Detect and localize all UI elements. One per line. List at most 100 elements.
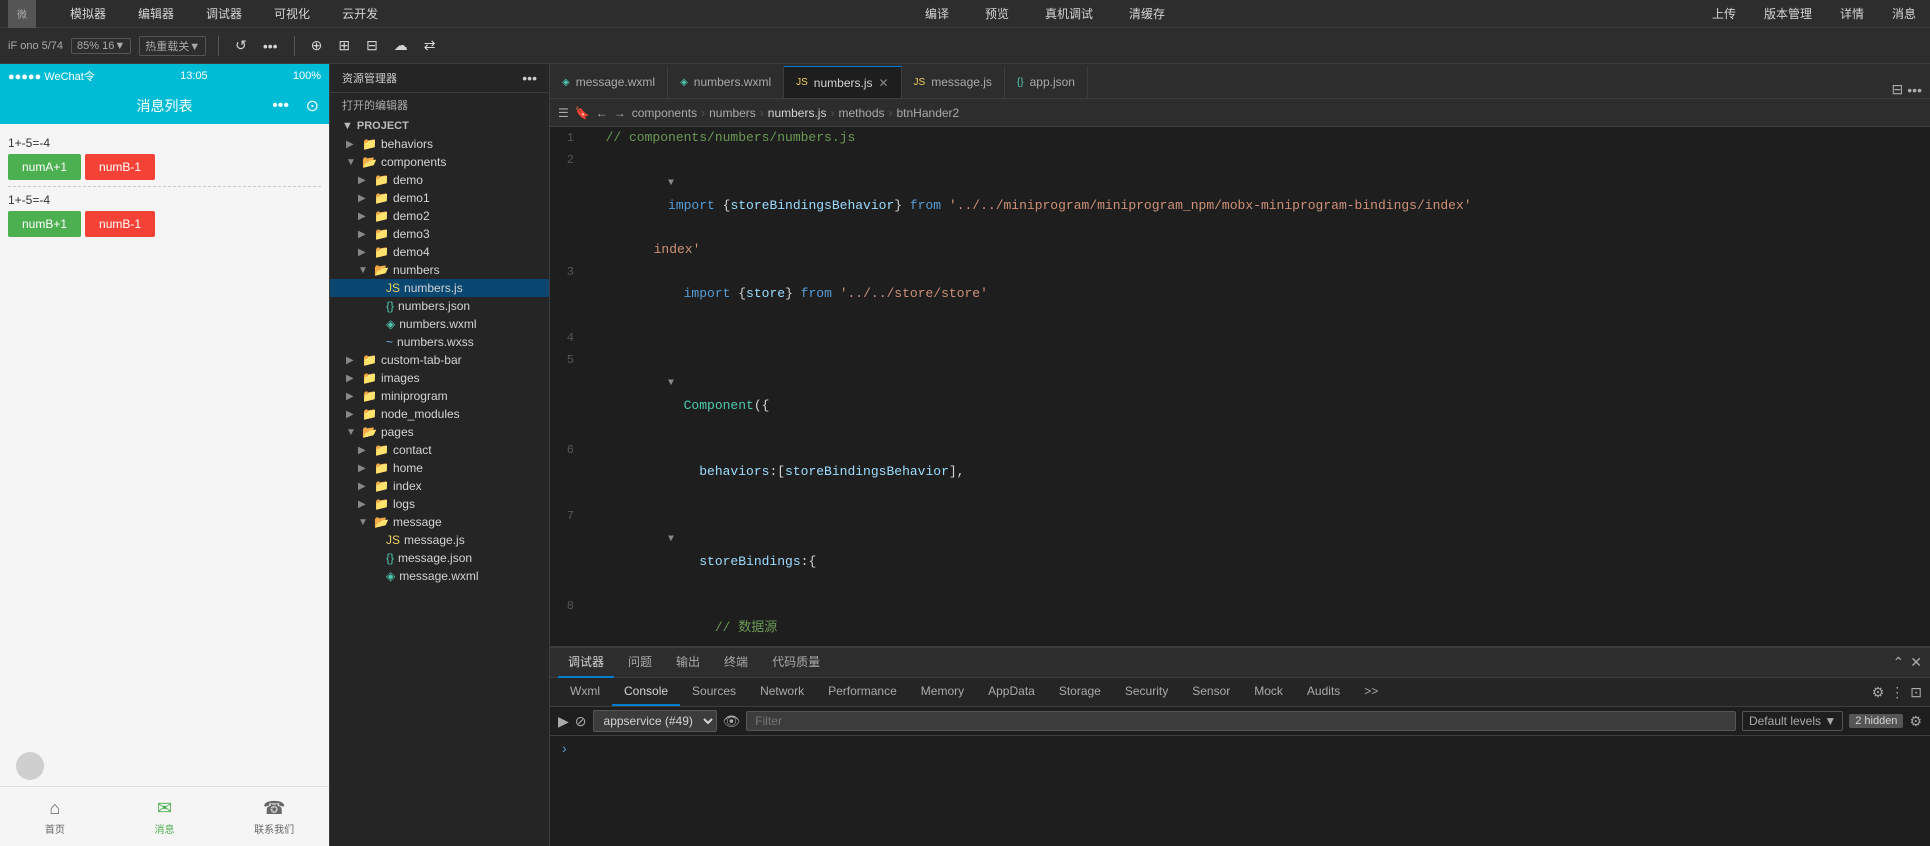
nav-home[interactable]: ⌂ 首页 [0, 787, 110, 846]
phone-camera-icon[interactable]: ⊙ [306, 96, 319, 116]
menu-preview[interactable]: 预览 [979, 3, 1015, 24]
console-filter-input[interactable] [746, 711, 1736, 731]
tree-item-miniprogram[interactable]: ▶ 📁 miniprogram [330, 387, 549, 405]
tree-item-behaviors[interactable]: ▶ 📁 behaviors [330, 135, 549, 153]
console-exec-icon[interactable]: ▶ [558, 713, 569, 730]
fold-arrow-5[interactable]: ▼ [668, 378, 674, 389]
tree-item-demo2[interactable]: ▶ 📁 demo2 [330, 207, 549, 225]
tree-item-numbers-wxml[interactable]: ◈ numbers.wxml [330, 315, 549, 333]
nav-forward-icon[interactable]: → [614, 106, 626, 120]
tree-item-logs[interactable]: ▶ 📁 logs [330, 495, 549, 513]
dev-tab-more[interactable]: >> [1352, 678, 1390, 706]
line-content-2[interactable]: ▼ import {storeBindingsBehavior} from '.… [590, 149, 1930, 239]
breadcrumb-methods[interactable]: methods [838, 106, 884, 120]
project-arrow[interactable]: ▼ [342, 120, 353, 132]
bottom-tab-output[interactable]: 输出 [666, 648, 710, 678]
tree-item-contact[interactable]: ▶ 📁 contact [330, 441, 549, 459]
numB-minus-button-1[interactable]: numB-1 [85, 154, 155, 180]
tree-item-demo1[interactable]: ▶ 📁 demo1 [330, 189, 549, 207]
split-view-icon[interactable]: ⊟ [1892, 81, 1904, 98]
dev-tab-sensor[interactable]: Sensor [1180, 678, 1242, 706]
dev-tab-sources[interactable]: Sources [680, 678, 748, 706]
dev-tab-network[interactable]: Network [748, 678, 816, 706]
bottom-tab-issues[interactable]: 问题 [618, 648, 662, 678]
tree-item-components[interactable]: ▼ 📂 components [330, 153, 549, 171]
tree-item-images[interactable]: ▶ 📁 images [330, 369, 549, 387]
nav-contact[interactable]: ☎ 联系我们 [219, 787, 329, 846]
tab-numbers-js[interactable]: JS numbers.js ✕ [784, 66, 901, 98]
bookmark-icon[interactable]: 🔖 [575, 106, 590, 120]
sidebar-more-icon[interactable]: ••• [522, 70, 537, 86]
menu-clear-cache[interactable]: 清缓存 [1123, 3, 1171, 24]
dev-tab-console[interactable]: Console [612, 678, 680, 706]
bottom-tab-terminal[interactable]: 终端 [714, 648, 758, 678]
tree-item-numbers-wxss[interactable]: ~ numbers.wxss [330, 333, 549, 351]
numB-minus-button-2[interactable]: numB-1 [85, 211, 155, 237]
line-content-8[interactable]: // 数据源 [590, 595, 1930, 646]
menu-editor[interactable]: 编辑器 [132, 3, 180, 24]
dev-tab-performance[interactable]: Performance [816, 678, 909, 706]
menu-debugger[interactable]: 调试器 [200, 3, 248, 24]
breadcrumb-numbers[interactable]: numbers [709, 106, 756, 120]
tree-item-message-js[interactable]: JS message.js [330, 531, 549, 549]
tree-item-numbers[interactable]: ▼ 📂 numbers [330, 261, 549, 279]
line-content-3[interactable]: import {store} from '../../store/store' [590, 261, 1930, 327]
nav-back-icon[interactable]: ← [596, 106, 608, 120]
hot-reload[interactable]: 热重载关▼ [139, 36, 206, 56]
tree-item-home[interactable]: ▶ 📁 home [330, 459, 549, 477]
line-content-1[interactable]: // components/numbers/numbers.js [590, 127, 1930, 149]
tree-item-pages[interactable]: ▼ 📂 pages [330, 423, 549, 441]
tab-message-js[interactable]: JS message.js [902, 66, 1005, 98]
console-eye-icon[interactable]: 👁 [723, 713, 741, 730]
swap-icon[interactable]: ⇄ [420, 33, 440, 58]
editor-more-icon[interactable]: ••• [1907, 82, 1922, 98]
dev-tab-audits[interactable]: Audits [1295, 678, 1352, 706]
tree-item-numbers-json[interactable]: {} numbers.json [330, 297, 549, 315]
tab-message-wxml[interactable]: ◈ message.wxml [550, 66, 668, 98]
dev-settings-icon[interactable]: ⚙ [1872, 684, 1885, 701]
numB-plus-button[interactable]: numB+1 [8, 211, 81, 237]
dev-tab-wxml[interactable]: Wxml [558, 678, 612, 706]
tree-item-message[interactable]: ▼ 📂 message [330, 513, 549, 531]
fold-arrow-7[interactable]: ▼ [668, 534, 674, 545]
console-block-icon[interactable]: ⊘ [575, 713, 587, 730]
appservice-select[interactable]: appservice (#49) [593, 710, 717, 732]
menu-messages[interactable]: 消息 [1886, 3, 1922, 24]
breadcrumb-handler[interactable]: btnHander2 [897, 106, 960, 120]
line-content-7[interactable]: ▼ storeBindings:{ [590, 505, 1930, 595]
tree-item-message-json[interactable]: {} message.json [330, 549, 549, 567]
tree-item-demo3[interactable]: ▶ 📁 demo3 [330, 225, 549, 243]
dev-tab-security[interactable]: Security [1113, 678, 1180, 706]
nums-js-close-btn[interactable]: ✕ [878, 76, 888, 90]
dev-tab-memory[interactable]: Memory [909, 678, 976, 706]
line-content-5[interactable]: ▼ Component({ [590, 349, 1930, 439]
zoom-level[interactable]: 85% 16▼ [71, 38, 131, 54]
bottom-tab-debugger[interactable]: 调试器 [558, 648, 614, 678]
fold-arrow-2[interactable]: ▼ [668, 178, 674, 189]
dev-tab-storage[interactable]: Storage [1047, 678, 1113, 706]
more-icon[interactable]: ••• [259, 34, 282, 58]
tree-item-node-modules[interactable]: ▶ 📁 node_modules [330, 405, 549, 423]
breadcrumb-file[interactable]: numbers.js [768, 106, 827, 120]
cloud-icon[interactable]: ☁ [390, 33, 412, 58]
tree-item-numbers-js[interactable]: JS numbers.js [330, 279, 549, 297]
panel-close-icon[interactable]: ✕ [1910, 654, 1922, 671]
menu-simulator[interactable]: 模拟器 [64, 3, 112, 24]
nav-message[interactable]: ✉ 消息 [110, 787, 220, 846]
tab-app-json[interactable]: {} app.json [1005, 66, 1088, 98]
split-editor-icon[interactable]: ⊞ [334, 33, 354, 58]
menu-cloud[interactable]: 云开发 [336, 3, 384, 24]
dev-undock-icon[interactable]: ⊡ [1910, 684, 1922, 701]
menu-visual[interactable]: 可视化 [268, 3, 316, 24]
tree-item-custom-tab-bar[interactable]: ▶ 📁 custom-tab-bar [330, 351, 549, 369]
menu-version[interactable]: 版本管理 [1758, 3, 1818, 24]
menu-device-debug[interactable]: 真机调试 [1039, 3, 1099, 24]
collapse-icon[interactable]: ⊟ [362, 33, 382, 58]
tree-item-index[interactable]: ▶ 📁 index [330, 477, 549, 495]
numA-plus-button[interactable]: numA+1 [8, 154, 81, 180]
new-file-icon[interactable]: ⊕ [307, 33, 327, 58]
bottom-tab-code-quality[interactable]: 代码质量 [762, 648, 830, 678]
menu-icon[interactable]: ☰ [558, 106, 569, 120]
tab-numbers-wxml[interactable]: ◈ numbers.wxml [668, 66, 784, 98]
phone-dots-icon[interactable]: ••• [272, 97, 289, 115]
